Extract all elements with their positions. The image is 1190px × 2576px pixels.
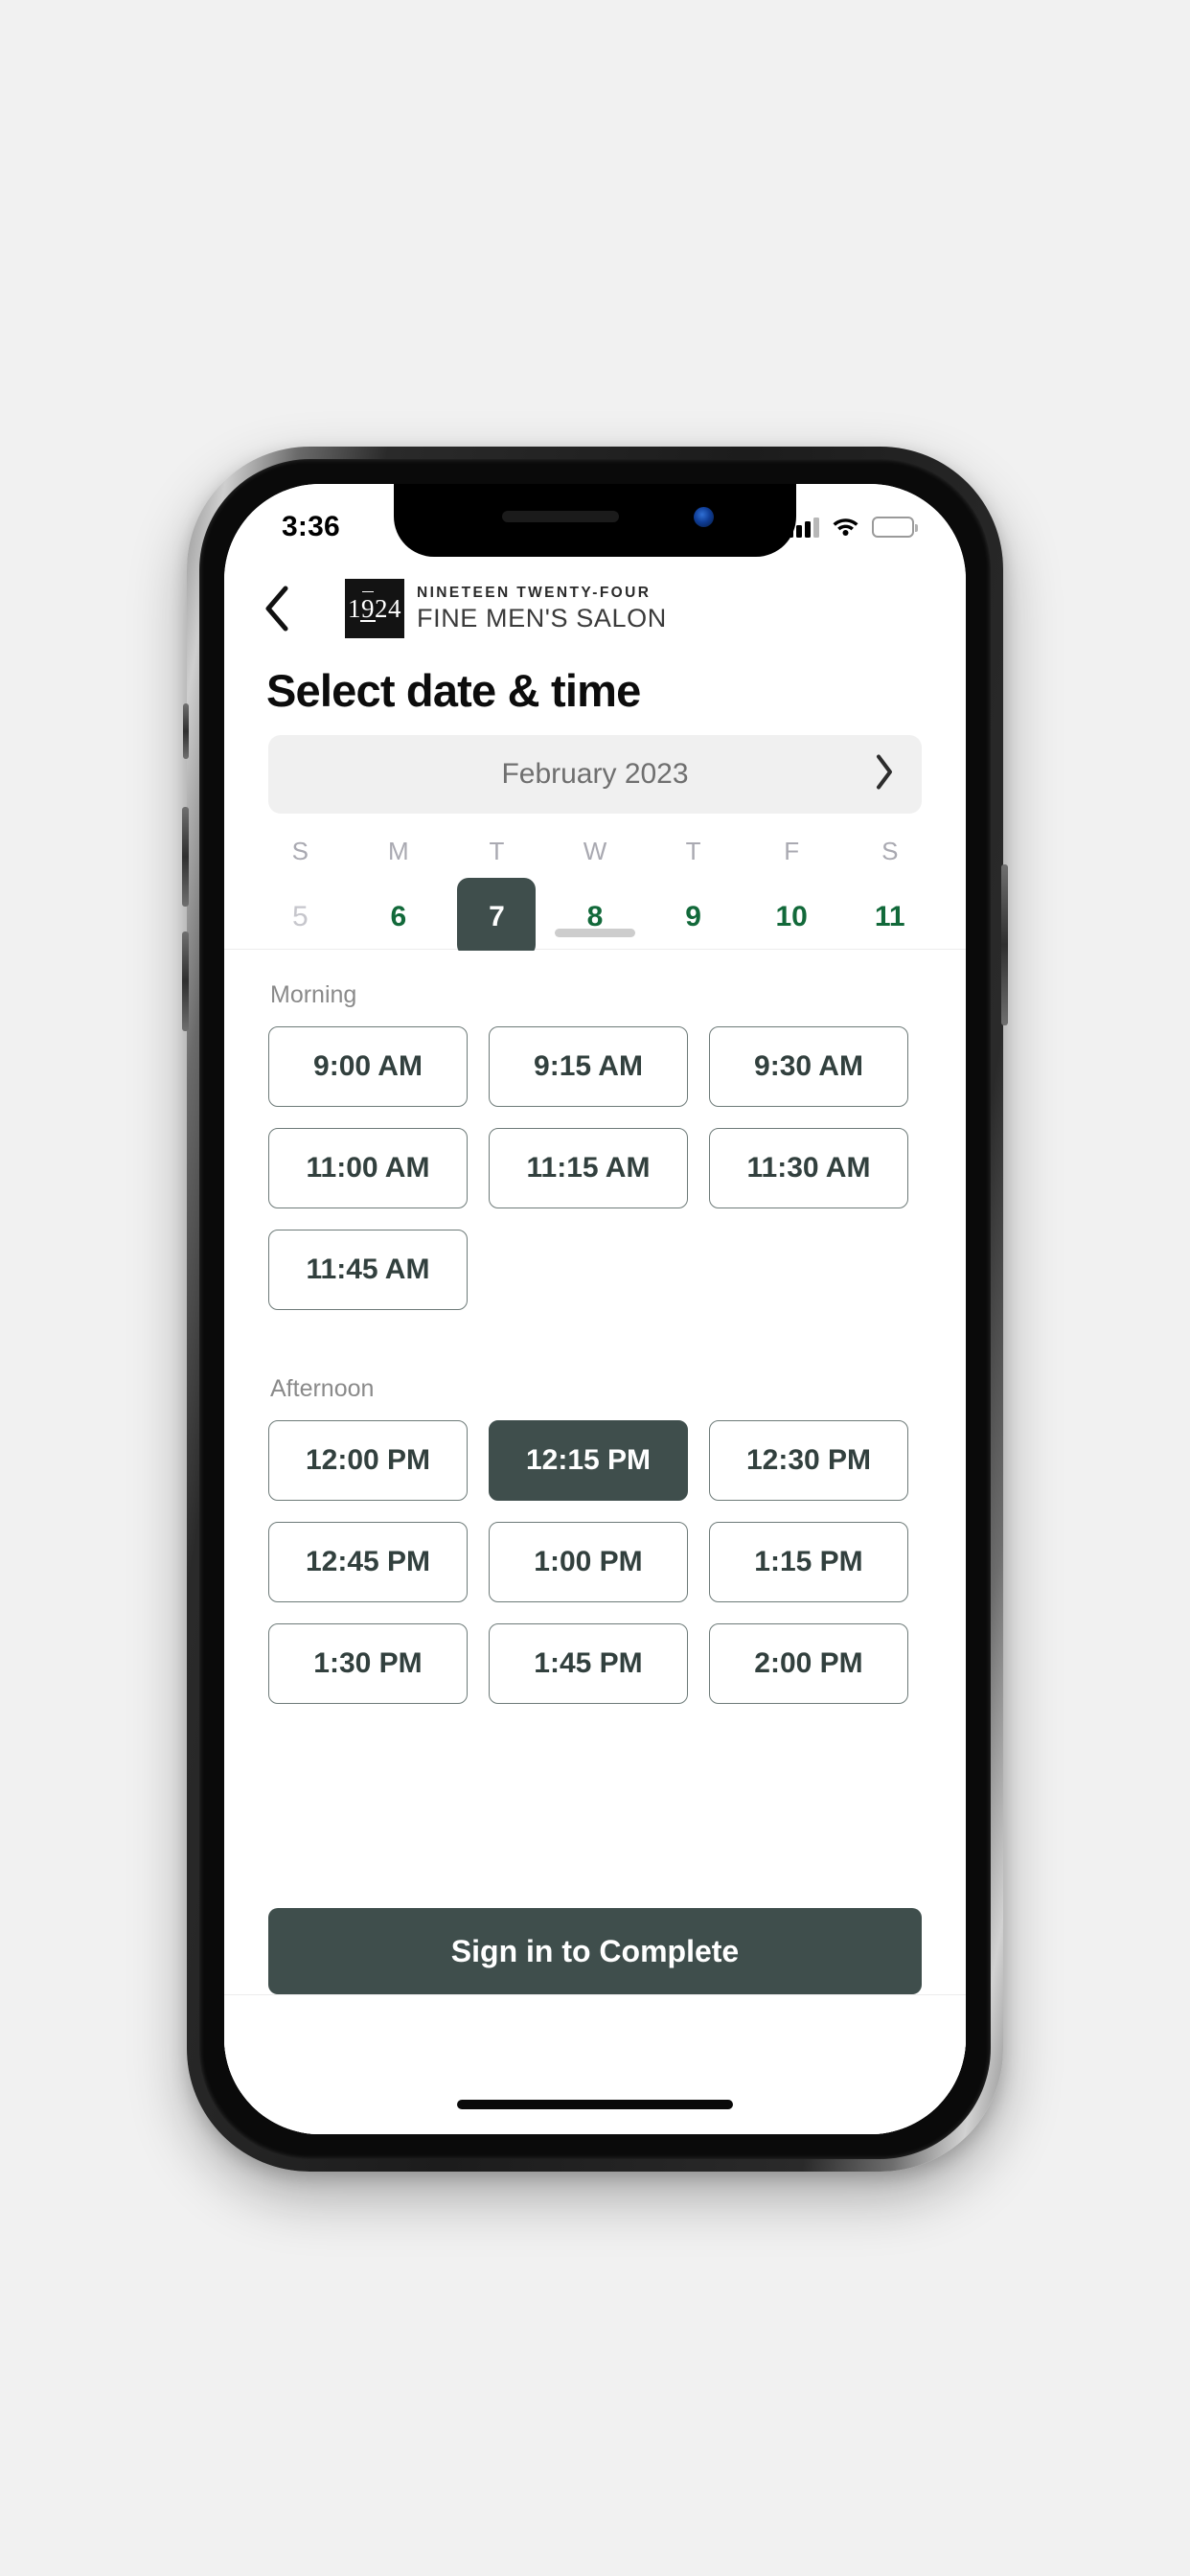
- weekday-label: T: [685, 837, 701, 865]
- bottom-cta-bar: Sign in to Complete: [224, 1908, 966, 1994]
- notch: [394, 484, 796, 557]
- time-slot-button[interactable]: 1:30 PM: [268, 1623, 468, 1704]
- month-label: February 2023: [501, 758, 689, 790]
- slot-section-title: Morning: [270, 981, 357, 1008]
- calendar-drag-handle[interactable]: [555, 929, 635, 937]
- phone-screen: 3:36 1 9 2 4 NINETEEN TWENTY-FOUR FINE M…: [224, 484, 966, 2134]
- time-slot-button[interactable]: 1:45 PM: [489, 1623, 688, 1704]
- time-slot-button[interactable]: 11:45 AM: [268, 1230, 468, 1310]
- status-bar-time: 3:36: [282, 511, 340, 542]
- sign-in-to-complete-button[interactable]: Sign in to Complete: [268, 1908, 922, 1994]
- date-cell: 7: [447, 878, 546, 956]
- date-row: 5 6 7 8 9 10 11: [251, 878, 939, 956]
- time-slot-button[interactable]: 11:15 AM: [489, 1128, 688, 1208]
- bottom-bar-background: [224, 1994, 966, 2134]
- time-slot-button[interactable]: 9:15 AM: [489, 1026, 688, 1107]
- slot-section-title: Afternoon: [270, 1375, 375, 1402]
- time-slot-button[interactable]: 11:00 AM: [268, 1128, 468, 1208]
- slot-section: Afternoon 12:00 PM 12:15 PM 12:30 PM 12:45 P…: [224, 1375, 966, 1704]
- date-cell: 6: [350, 878, 448, 956]
- earpiece-speaker-icon: [502, 511, 619, 522]
- logo-line-primary: NINETEEN TWENTY-FOUR: [417, 585, 652, 602]
- weekday-row: SMTWTFS: [251, 837, 939, 866]
- date-option-11[interactable]: 11: [851, 878, 929, 956]
- mute-switch[interactable]: [183, 703, 189, 759]
- chevron-left-icon: [263, 585, 291, 632]
- month-selector[interactable]: February 2023: [268, 735, 922, 814]
- date-option-8[interactable]: 8: [556, 878, 634, 956]
- app-content: 1924 NINETEEN TWENTY-FOUR FINE MEN'S SAL…: [224, 484, 966, 2134]
- front-camera-icon: [694, 507, 714, 527]
- weekday-label: S: [881, 837, 899, 865]
- date-option-6[interactable]: 6: [359, 878, 438, 956]
- app-header: 1924 NINETEEN TWENTY-FOUR FINE MEN'S SAL…: [224, 559, 966, 658]
- phone-bezel: 3:36 1 9 2 4 NINETEEN TWENTY-FOUR FINE M…: [199, 459, 991, 2159]
- time-slot-button[interactable]: 1:00 PM: [489, 1522, 688, 1602]
- brand-logo: 1924 NINETEEN TWENTY-FOUR FINE MEN'S SAL…: [345, 579, 667, 638]
- logo-text: NINETEEN TWENTY-FOUR FINE MEN'S SALON: [417, 586, 667, 632]
- chevron-right-icon[interactable]: [874, 754, 895, 795]
- page-title: Select date & time: [266, 665, 641, 716]
- slot-grid: 9:00 AM 9:15 AM 9:30 AM 11:00 AM 11:15 AM 11:…: [268, 1026, 922, 1310]
- weekday-label: M: [388, 837, 409, 865]
- weekday-label: T: [489, 837, 505, 865]
- weekday-label: F: [784, 837, 800, 865]
- status-bar-icons: [788, 515, 918, 540]
- date-cell: 11: [840, 878, 939, 956]
- back-button[interactable]: [236, 567, 318, 650]
- date-option-5: 5: [291, 901, 309, 932]
- time-slot-button[interactable]: 9:00 AM: [268, 1026, 468, 1107]
- time-slot-button[interactable]: 12:45 PM: [268, 1522, 468, 1602]
- weekday-label: W: [583, 837, 607, 865]
- calendar-card: February 2023 S M T W T F S 5 6 7 8 9 10 11: [224, 735, 966, 956]
- time-slot-button[interactable]: 1:15 PM: [709, 1522, 908, 1602]
- time-slot-button[interactable]: 11:30 AM: [709, 1128, 908, 1208]
- time-slot-button[interactable]: 12:00 PM: [268, 1420, 468, 1501]
- time-slot-button[interactable]: 12:15 PM: [489, 1420, 688, 1501]
- date-option-9[interactable]: 9: [654, 878, 733, 956]
- wifi-icon: [832, 515, 859, 540]
- time-slot-button[interactable]: 2:00 PM: [709, 1623, 908, 1704]
- home-indicator[interactable]: [457, 2100, 733, 2109]
- slot-section: Morning 9:00 AM 9:15 AM 9:30 AM 11:00 AM 11:1…: [224, 981, 966, 1310]
- phone-device-frame: 3:36 1 9 2 4 NINETEEN TWENTY-FOUR FINE M…: [182, 447, 1008, 2172]
- volume-down-button[interactable]: [182, 932, 189, 1031]
- power-button[interactable]: [1001, 864, 1008, 1025]
- battery-icon: [872, 517, 918, 538]
- logo-mark: 1924: [345, 579, 404, 638]
- date-cell: 8: [546, 878, 645, 956]
- date-option-10[interactable]: 10: [752, 878, 831, 956]
- date-option-7[interactable]: 7: [457, 878, 537, 956]
- date-cell: 9: [644, 878, 743, 956]
- time-slot-button[interactable]: 12:30 PM: [709, 1420, 908, 1501]
- date-cell: 5: [251, 878, 350, 956]
- volume-up-button[interactable]: [182, 807, 189, 907]
- weekday-label: S: [291, 837, 309, 865]
- date-cell: 10: [743, 878, 841, 956]
- slot-grid: 12:00 PM 12:15 PM 12:30 PM 12:45 PM 1:00 PM 1…: [268, 1420, 922, 1704]
- logo-line-secondary: FINE MEN'S SALON: [417, 603, 667, 632]
- time-slot-button[interactable]: 9:30 AM: [709, 1026, 908, 1107]
